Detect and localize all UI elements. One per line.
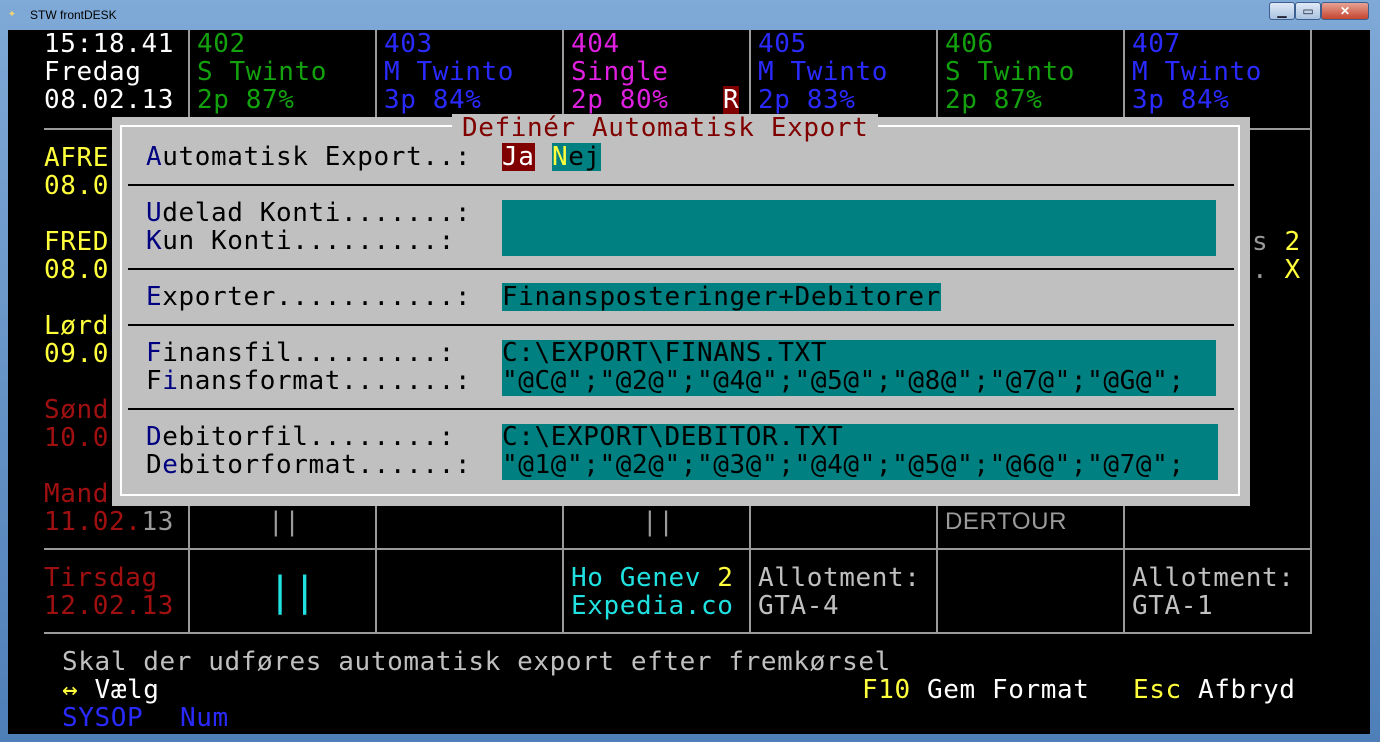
title-bar[interactable]: ✦ STW frontDESK ▁ ▭ ✕ [0, 0, 1380, 30]
room-number[interactable]: 402 [197, 30, 246, 58]
occupancy-bars: || [642, 507, 675, 537]
clock-day: Fredag [44, 57, 142, 87]
esc-cancel-button[interactable]: Esc Afbryd [1133, 676, 1296, 704]
room-flag: R [723, 85, 740, 115]
allotment-value[interactable]: GTA-4 [758, 592, 839, 620]
booking-source: Expedia.co [571, 591, 734, 621]
occupancy-bars: || [268, 507, 301, 537]
room-stats: 3p 84% [384, 85, 482, 115]
dialog-separator [128, 324, 1234, 326]
status-message: Skal der udføres automatisk export efter… [62, 647, 891, 677]
room-number[interactable]: 406 [945, 30, 994, 58]
app-icon: ✦ [8, 6, 16, 21]
finansfil-label: Finansfil.........: [146, 338, 472, 368]
dialog-separator [128, 184, 1234, 186]
day-date: 11.02.13 [44, 507, 175, 537]
room-number[interactable]: 403 [384, 30, 433, 58]
finansformat-field[interactable]: "@C@";"@2@";"@4@";"@5@";"@8@";"@7@";"@G@… [502, 367, 1216, 395]
day-name: Lørd [44, 311, 110, 341]
room-stats: 3p 84% [1132, 85, 1230, 115]
room-type: M Twinto [384, 57, 515, 87]
grid-line [44, 632, 1310, 634]
room-number[interactable]: 405 [758, 30, 807, 58]
option-no[interactable]: Nej [552, 143, 601, 171]
clock-date: 08.02.13 [44, 85, 175, 115]
grid-fragment: . X [1252, 255, 1301, 285]
finansformat-label: Finansformat.......: [146, 366, 488, 396]
exporter-label: Exporter...........: [146, 282, 488, 312]
option-yes[interactable]: Ja [502, 143, 535, 171]
day-date: 08.0 [44, 255, 110, 285]
konti-field[interactable] [502, 200, 1216, 256]
user-indicator: SYSOP [62, 703, 144, 733]
occupancy-bars: || [268, 569, 318, 615]
day-date: 12.02.13 [44, 591, 175, 621]
room-stats: 2p 87% [197, 85, 295, 115]
room-stats: 2p 87% [945, 85, 1043, 115]
room-type: S Twinto [197, 57, 328, 87]
booking-cell[interactable]: DERTOUR [945, 508, 1067, 536]
export-dialog: Definér Automatisk Export Automatisk Exp… [112, 114, 1250, 506]
dialog-separator [128, 268, 1234, 270]
day-name: AFRE [44, 143, 110, 173]
day-date: 08.0 [44, 171, 110, 201]
room-type: M Twinto [1132, 57, 1263, 87]
grid-line [1310, 30, 1312, 634]
window-title: STW frontDESK [30, 8, 117, 22]
allotment-label: Allotment: [1132, 563, 1295, 593]
dialog-separator [128, 408, 1234, 410]
debitorformat-label: Debitorformat......: [146, 450, 488, 480]
room-number[interactable]: 404 [571, 30, 620, 58]
day-name: Sønd [44, 395, 110, 425]
day-date: 10.0 [44, 423, 110, 453]
room-number[interactable]: 407 [1132, 30, 1181, 58]
room-stats: 2p 80% [571, 85, 669, 115]
clock-time: 15:18.41 [44, 30, 175, 59]
allotment-value[interactable]: GTA-1 [1132, 592, 1213, 620]
room-type: Single [571, 57, 669, 87]
udelad-konti-label: Udelad Konti.......: [146, 198, 488, 228]
terminal-area: 15:18.41 Fredag 08.02.13 402 S Twinto 2p… [8, 30, 1370, 734]
grid-line [44, 548, 1310, 550]
debitorfil-label: Debitorfil........: [146, 422, 472, 452]
dialog-title: Definér Automatisk Export [452, 114, 879, 142]
auto-export-label: Automatisk Export..: [146, 142, 488, 172]
finansfil-field[interactable]: C:\EXPORT\FINANS.TXT [502, 339, 827, 367]
day-date: 09.0 [44, 339, 110, 369]
hint-select[interactable]: ↔ Vælg [62, 676, 160, 704]
day-name: Mand [44, 479, 110, 509]
room-type: M Twinto [758, 57, 889, 87]
day-name: Tirsdag [44, 563, 158, 593]
debitorformat-field[interactable]: "@1@";"@2@";"@3@";"@4@";"@5@";"@6@";"@7@… [502, 451, 1216, 479]
exporter-field[interactable]: Finansposteringer+Debitorer [502, 283, 941, 311]
booking-cell[interactable]: Ho Genev 2 [571, 564, 734, 592]
minimize-button[interactable]: ▁ [1269, 2, 1295, 20]
close-button[interactable]: ✕ [1321, 2, 1369, 20]
f10-save-format-button[interactable]: F10 Gem Format [862, 676, 1090, 704]
room-type: S Twinto [945, 57, 1076, 87]
debitorfil-field[interactable]: C:\EXPORT\DEBITOR.TXT [502, 423, 843, 451]
day-name: FRED [44, 227, 110, 257]
grid-fragment: s 2 [1252, 227, 1301, 257]
app-window: ✦ STW frontDESK ▁ ▭ ✕ 15:18.41 Fredag 08… [0, 0, 1380, 742]
room-stats: 2p 83% [758, 85, 856, 115]
allotment-label: Allotment: [758, 563, 921, 593]
numlock-indicator: Num [180, 703, 229, 733]
arrows-icon: ↔ [62, 675, 79, 705]
kun-konti-label: Kun Konti.........: [146, 226, 472, 256]
restore-button[interactable]: ▭ [1295, 2, 1321, 20]
